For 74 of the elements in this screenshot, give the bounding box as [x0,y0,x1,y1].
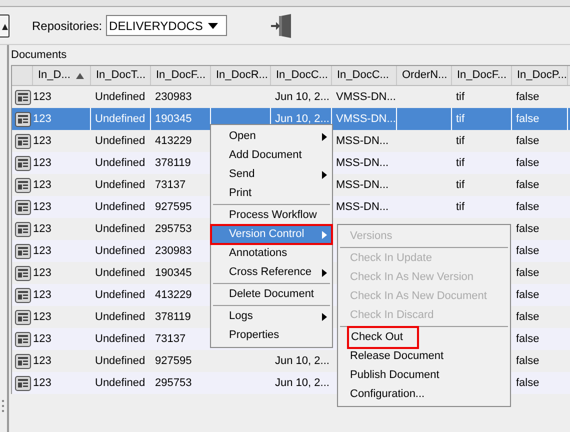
table-cell-text: false [516,354,540,369]
table-cell-text: Jun 10, 2... [275,112,330,127]
table-cell-text: 123 [33,310,52,325]
table-cell-text: false [516,222,540,237]
table-cell-text: Undefined [95,156,146,171]
table-cell-text: MSS-DN... [336,200,389,215]
table-cell-text: MSS-DN... [336,134,389,149]
table-cell-text: tif [456,134,465,149]
table-cell-text: Undefined [95,222,146,237]
table-cell-text: Undefined [95,112,146,127]
documents-label: Documents [10,48,68,63]
table-cell-text: Undefined [95,310,146,325]
table-cell-text: tif [456,112,465,127]
table-cell-text: false [516,332,540,347]
table-cell-text: Undefined [95,244,146,259]
table-cell-text: 230983 [155,90,192,105]
table-cell-text: false [516,376,540,391]
table-cell-text: 123 [33,90,52,105]
table-cell-text: 378119 [155,310,191,325]
table-cell-text: tif [456,200,465,215]
table-cell-text: Undefined [95,90,146,105]
table-cell-text: 230983 [155,244,192,259]
table-cell-text: VMSS-DN... [336,112,396,127]
table-cell-text: tif [456,178,465,193]
table-cell-text: 123 [33,112,52,127]
table-cell-text: Undefined [95,354,146,369]
table-cell-text: 413229 [155,134,192,149]
table-cell-text: false [516,200,540,215]
table-cell-text: VMSS-DN... [336,90,396,105]
table-cell-text: 123 [33,332,52,347]
table-cell-text: 123 [33,266,52,281]
table-cell-text: false [516,244,540,259]
table-cell-text: Undefined [95,332,146,347]
table-cell-text: tif [456,156,465,171]
table-cell-text: Jun 10, 2... [275,90,330,105]
table-cell-text: 123 [33,134,52,149]
table-cell-text: 190345 [155,266,192,281]
table-cell-text: 295753 [155,376,192,391]
table-cell-text: 123 [33,178,52,193]
table-cell-text: 927595 [155,200,192,215]
table-cell-text: Undefined [95,200,146,215]
table-cell-text: 123 [33,222,52,237]
table-cell-text: false [516,90,540,105]
table-cell-text: Undefined [95,134,146,149]
table-cell-text: Undefined [95,376,146,391]
table-cell-text: false [516,112,540,127]
table-cell-text: 123 [33,156,52,171]
table-cell-text: false [516,156,540,171]
table-cell-text: 123 [33,200,52,215]
table-cell-text: tif [456,90,465,105]
table-cell-text: Undefined [95,288,146,303]
table-cell-text: false [516,288,540,303]
table-cell-text: 73137 [155,332,186,347]
table-cell-text: 190345 [155,112,192,127]
table-cell-text: Undefined [95,266,146,281]
table-cell-text: false [516,178,540,193]
table-cell-text: false [516,134,540,149]
table-cell-text: 123 [33,376,52,391]
table-cell-text: 413229 [155,288,192,303]
table-cell-text: 123 [33,354,52,369]
table-cell-text: Jun 10, 2... [275,354,330,369]
table-cell-text: 123 [33,244,52,259]
table-cell-text: 378119 [155,156,191,171]
table-cell-text: 295753 [155,222,192,237]
table-cell-text: 123 [33,288,52,303]
table-cell-text: 73137 [155,178,186,193]
table-cell-text: Undefined [95,178,146,193]
table-cell-text: 927595 [155,354,192,369]
table-cell-text: false [516,310,540,325]
table-cell-text: false [516,266,540,281]
repositories-label: Repositories: [32,18,102,34]
table-cell-text: MSS-DN... [336,156,389,171]
table-cell-text: MSS-DN... [336,178,389,193]
table-cell-text: Jun 10, 2... [275,376,330,391]
